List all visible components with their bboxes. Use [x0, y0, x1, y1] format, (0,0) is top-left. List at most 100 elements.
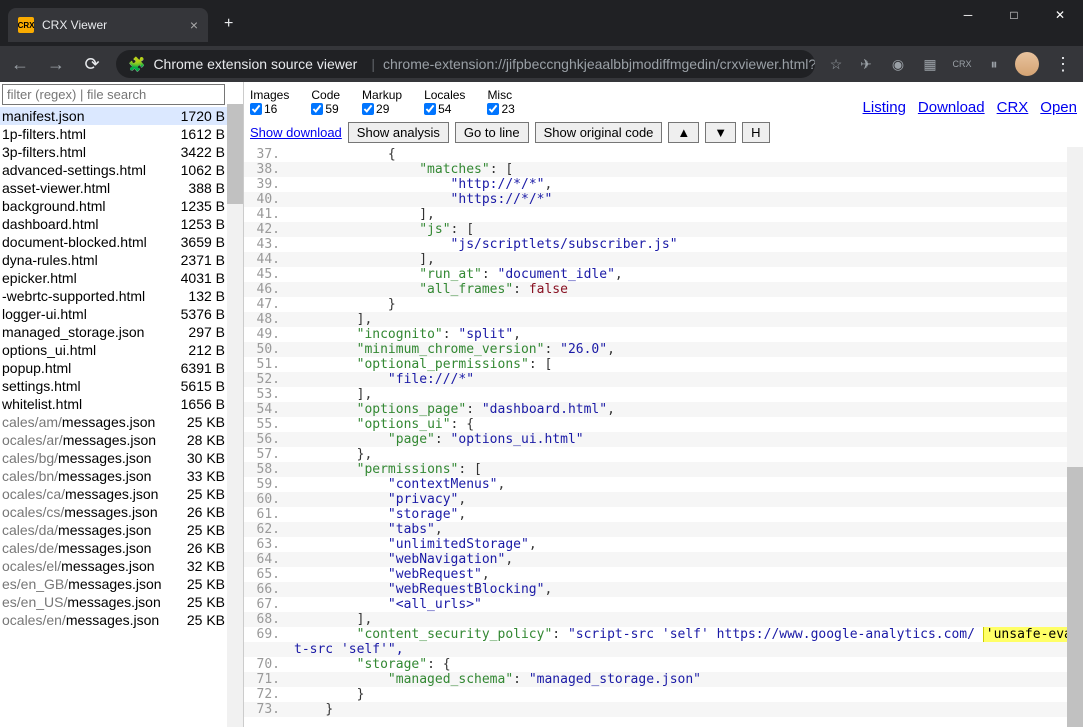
- file-row[interactable]: epicker.html4031 B: [0, 269, 243, 287]
- file-row[interactable]: dashboard.html1253 B: [0, 215, 243, 233]
- ext-icon-5[interactable]: ⏸: [985, 55, 1003, 73]
- file-size: 26 KB: [171, 504, 225, 520]
- file-row[interactable]: 3p-filters.html3422 B: [0, 143, 243, 161]
- nav-up-button[interactable]: ▲: [668, 122, 699, 143]
- code-scrollbar[interactable]: [1067, 147, 1083, 727]
- file-row[interactable]: ocales/ca/messages.json25 KB: [0, 485, 243, 503]
- file-row[interactable]: es/en_GB/messages.json25 KB: [0, 575, 243, 593]
- file-row[interactable]: manifest.json1720 B: [0, 107, 243, 125]
- tab-favicon: CRX: [18, 17, 34, 33]
- menu-button[interactable]: ⋮: [1051, 54, 1075, 75]
- file-filter-input[interactable]: [2, 84, 225, 105]
- ext-icon-4[interactable]: CRX: [953, 55, 971, 73]
- maximize-button[interactable]: □: [991, 0, 1037, 30]
- file-name: background.html: [2, 198, 171, 214]
- file-size: 3659 B: [171, 234, 225, 250]
- file-row[interactable]: settings.html5615 B: [0, 377, 243, 395]
- code-line: 40. "https://*/*": [244, 192, 1083, 207]
- code-line: 65. "webRequest",: [244, 567, 1083, 582]
- new-tab-button[interactable]: +: [224, 15, 233, 33]
- code-line: 54. "options_page": "dashboard.html",: [244, 402, 1083, 417]
- file-size: 33 KB: [171, 468, 225, 484]
- open-link[interactable]: Open: [1040, 99, 1077, 116]
- file-name: es/en_GB/messages.json: [2, 576, 171, 592]
- file-row[interactable]: cales/de/messages.json26 KB: [0, 539, 243, 557]
- file-name: cales/bn/messages.json: [2, 468, 171, 484]
- close-button[interactable]: ✕: [1037, 0, 1083, 30]
- file-row[interactable]: ocales/ar/messages.json28 KB: [0, 431, 243, 449]
- reload-button[interactable]: ⟳: [80, 54, 104, 75]
- stat-checkbox[interactable]: [362, 103, 374, 115]
- code-line: 63. "unlimitedStorage",: [244, 537, 1083, 552]
- file-size: 4031 B: [171, 270, 225, 286]
- file-row[interactable]: popup.html6391 B: [0, 359, 243, 377]
- code-toolbar: Show download Show analysis Go to line S…: [244, 118, 1083, 147]
- file-row[interactable]: cales/bg/messages.json30 KB: [0, 449, 243, 467]
- file-row[interactable]: ocales/cs/messages.json26 KB: [0, 503, 243, 521]
- file-row[interactable]: es/en_US/messages.json25 KB: [0, 593, 243, 611]
- goto-line-button[interactable]: Go to line: [455, 122, 529, 143]
- file-row[interactable]: ocales/el/messages.json32 KB: [0, 557, 243, 575]
- code-line: 62. "tabs",: [244, 522, 1083, 537]
- titlebar: CRX CRX Viewer × + ─ □ ✕: [0, 0, 1083, 46]
- file-name: ocales/el/messages.json: [2, 558, 171, 574]
- file-size: 3422 B: [171, 144, 225, 160]
- file-size: 1656 B: [171, 396, 225, 412]
- sidebar-scrollbar[interactable]: [227, 104, 243, 727]
- file-row[interactable]: background.html1235 B: [0, 197, 243, 215]
- ext-icon-3[interactable]: ▦: [921, 55, 939, 73]
- file-row[interactable]: asset-viewer.html388 B: [0, 179, 243, 197]
- file-name: asset-viewer.html: [2, 180, 171, 196]
- tab-close-icon[interactable]: ×: [190, 17, 198, 33]
- file-size: 25 KB: [171, 612, 225, 628]
- stat-images: Images16: [250, 88, 289, 116]
- file-name: ocales/en/messages.json: [2, 612, 171, 628]
- file-row[interactable]: dyna-rules.html2371 B: [0, 251, 243, 269]
- code-line: 57. },: [244, 447, 1083, 462]
- file-row[interactable]: cales/bn/messages.json33 KB: [0, 467, 243, 485]
- browser-tab[interactable]: CRX CRX Viewer ×: [8, 8, 208, 42]
- file-row[interactable]: managed_storage.json297 B: [0, 323, 243, 341]
- file-name: 3p-filters.html: [2, 144, 171, 160]
- code-viewer[interactable]: 37. {38. "matches": [39. "http://*/*",40…: [244, 147, 1083, 727]
- download-link[interactable]: Download: [918, 99, 985, 116]
- stat-checkbox[interactable]: [250, 103, 262, 115]
- file-row[interactable]: options_ui.html212 B: [0, 341, 243, 359]
- code-line: 69. "content_security_policy": "script-s…: [244, 627, 1083, 642]
- file-row[interactable]: -webrtc-supported.html132 B: [0, 287, 243, 305]
- show-original-button[interactable]: Show original code: [535, 122, 663, 143]
- back-button[interactable]: ←: [8, 54, 32, 75]
- url-bar[interactable]: 🧩 Chrome extension source viewer | chrom…: [116, 50, 815, 78]
- file-row[interactable]: cales/am/messages.json25 KB: [0, 413, 243, 431]
- stat-code: Code59: [311, 88, 340, 116]
- file-row[interactable]: logger-ui.html5376 B: [0, 305, 243, 323]
- show-download-link[interactable]: Show download: [250, 125, 342, 140]
- show-analysis-button[interactable]: Show analysis: [348, 122, 449, 143]
- nav-down-button[interactable]: ▼: [705, 122, 736, 143]
- file-row[interactable]: whitelist.html1656 B: [0, 395, 243, 413]
- code-line: 70. "storage": {: [244, 657, 1083, 672]
- file-row[interactable]: ocales/en/messages.json25 KB: [0, 611, 243, 629]
- file-row[interactable]: advanced-settings.html1062 B: [0, 161, 243, 179]
- crx-link[interactable]: CRX: [997, 99, 1029, 116]
- ext-icon-1[interactable]: ✈: [857, 55, 875, 73]
- code-line: 71. "managed_schema": "managed_storage.j…: [244, 672, 1083, 687]
- listing-link[interactable]: Listing: [863, 99, 906, 116]
- bookmark-star-icon[interactable]: ☆: [827, 55, 845, 73]
- main-panel: Images16Code59Markup29Locales54Misc23 Li…: [244, 82, 1083, 727]
- file-size: 212 B: [171, 342, 225, 358]
- stat-checkbox[interactable]: [424, 103, 436, 115]
- file-row[interactable]: 1p-filters.html1612 B: [0, 125, 243, 143]
- file-row[interactable]: document-blocked.html3659 B: [0, 233, 243, 251]
- file-name: cales/bg/messages.json: [2, 450, 171, 466]
- profile-avatar[interactable]: [1015, 52, 1039, 76]
- minimize-button[interactable]: ─: [945, 0, 991, 30]
- forward-button[interactable]: →: [44, 54, 68, 75]
- ext-icon-2[interactable]: ◉: [889, 55, 907, 73]
- stat-checkbox[interactable]: [311, 103, 323, 115]
- file-row[interactable]: cales/da/messages.json25 KB: [0, 521, 243, 539]
- file-size: 32 KB: [171, 558, 225, 574]
- stat-checkbox[interactable]: [487, 103, 499, 115]
- file-name: cales/da/messages.json: [2, 522, 171, 538]
- h-button[interactable]: H: [742, 122, 769, 143]
